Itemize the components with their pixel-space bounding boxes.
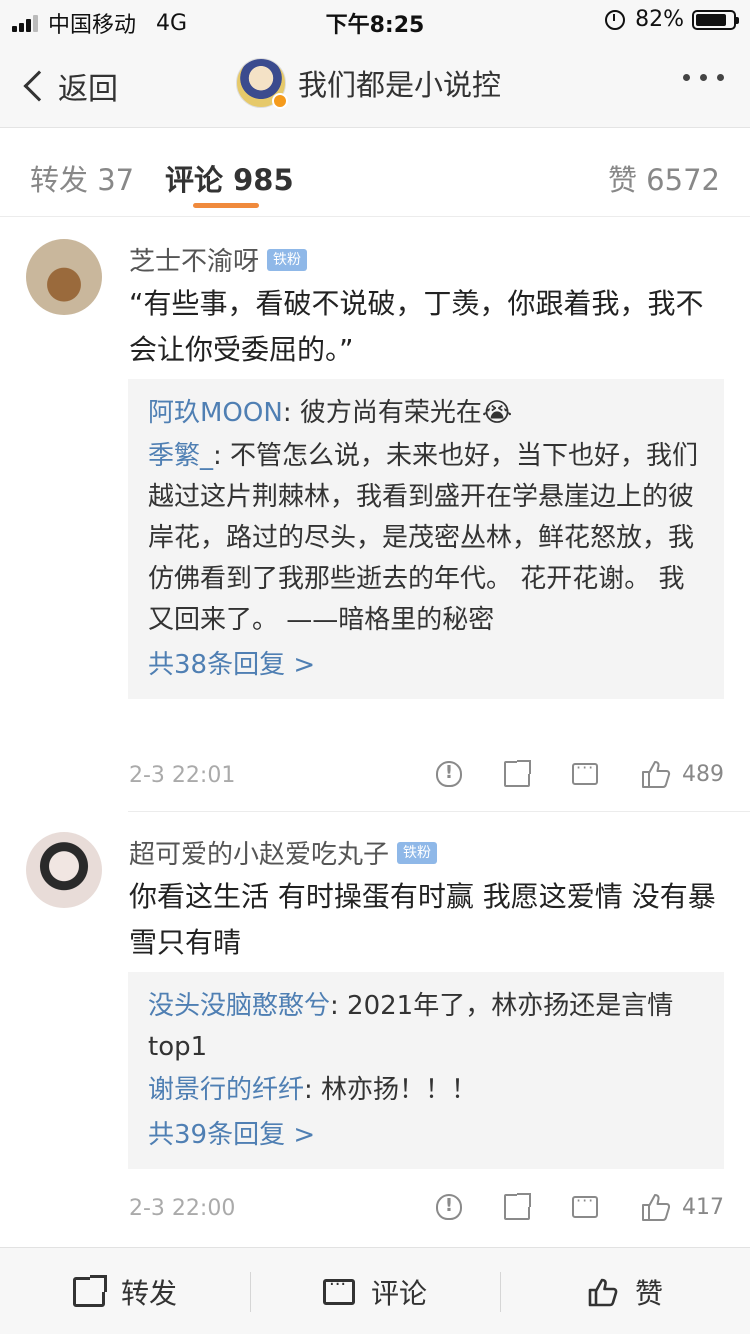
account-header[interactable]: 我们都是小说控 [236, 58, 502, 109]
more-replies-link[interactable]: 共39条回复 > [148, 1113, 704, 1157]
alarm-icon [605, 9, 626, 30]
avatar[interactable] [26, 832, 102, 908]
avatar[interactable] [26, 239, 102, 315]
comment-icon [322, 1274, 355, 1305]
comment-icon[interactable] [572, 1191, 598, 1218]
repost-label: 转发 [120, 1276, 177, 1310]
like-count: 489 [682, 761, 724, 787]
reply-item: 谢景行的纤纤: 林亦扬！！！ [148, 1070, 704, 1111]
reply-item: 阿玖MOON: 彼方尚有荣光在😭 [148, 393, 704, 434]
comment-time: 2-3 22:00 [129, 1196, 236, 1221]
comment-time: 2-3 22:01 [129, 763, 236, 788]
active-tab-indicator [193, 203, 259, 208]
share-icon[interactable] [504, 1193, 531, 1220]
tab-comment[interactable]: 评论 985 [165, 157, 294, 199]
reply-text: : 林亦扬！！！ [304, 1075, 478, 1105]
reply-author[interactable]: 谢景行的纤纤 [148, 1075, 304, 1105]
reply-author[interactable]: 阿玖MOON [148, 398, 283, 428]
report-icon[interactable] [436, 1194, 462, 1220]
status-right: 82% [605, 7, 739, 32]
fan-badge: 铁粉 [267, 248, 308, 271]
thumb-up-icon[interactable] [640, 759, 672, 789]
back-label: 返回 [58, 72, 118, 107]
comment-text: 你看这生活 有时操蛋有时赢 我愿这爱情 没有暴雪只有晴 [129, 880, 716, 959]
fan-badge: 铁粉 [397, 841, 438, 864]
reply-box[interactable]: 没头没脑憨憨兮: 2021年了，林亦扬还是言情top1 谢景行的纤纤: 林亦扬！… [128, 972, 724, 1169]
comment-label: 评论 [370, 1276, 427, 1310]
comment-button[interactable]: 评论 [250, 1248, 500, 1334]
username-text: 芝士不渝呀 [129, 247, 260, 277]
like-button[interactable]: 赞 [500, 1248, 750, 1334]
comment-meta: 2-3 22:00 417 [129, 1191, 724, 1228]
reply-text: : 彼方尚有荣光在😭 [282, 398, 513, 428]
tab-bar: 转发 37 评论 985 赞 6572 [0, 129, 750, 217]
repost-button[interactable]: 转发 [0, 1248, 250, 1334]
chevron-left-icon [23, 70, 55, 102]
comment-text: “有些事，看破不说破，丁羡，你跟着我，我不会让你受委屈的。” [129, 287, 704, 366]
reply-text: : 不管怎么说，未来也好，当下也好，我们越过这片荆棘林，我看到盛开在学悬崖边上的… [148, 441, 699, 635]
comment-meta: 2-3 22:01 489 [129, 758, 724, 795]
avatar[interactable] [236, 58, 288, 109]
username-text: 超可爱的小赵爱吃丸子 [129, 840, 390, 870]
comment-username[interactable]: 超可爱的小赵爱吃丸子 铁粉 [129, 834, 438, 871]
comment-item: 芝士不渝呀 铁粉 “有些事，看破不说破，丁羡，你跟着我，我不会让你受委屈的。” … [0, 217, 750, 812]
comment-item: 超可爱的小赵爱吃丸子 铁粉 你看这生活 有时操蛋有时赢 我愿这爱情 没有暴雪只有… [0, 812, 750, 1242]
verified-badge-icon [272, 93, 288, 109]
reply-item: 没头没脑憨憨兮: 2021年了，林亦扬还是言情top1 [148, 986, 704, 1068]
nav-bar: 返回 我们都是小说控 [0, 40, 750, 128]
tab-repost[interactable]: 转发 37 [30, 157, 134, 199]
comment-username[interactable]: 芝士不渝呀 铁粉 [129, 241, 308, 278]
battery-icon [692, 9, 739, 30]
reply-author[interactable]: 没头没脑憨憨兮 [148, 991, 330, 1021]
repost-icon [72, 1274, 107, 1307]
like-label: 赞 [634, 1276, 663, 1310]
more-options-icon[interactable] [673, 74, 724, 81]
comment-icon[interactable] [572, 758, 598, 785]
comment-actions: 489 [394, 758, 724, 789]
back-button[interactable]: 返回 [22, 64, 118, 108]
report-icon[interactable] [436, 761, 462, 787]
more-replies-link[interactable]: 共38条回复 > [148, 643, 704, 687]
page-title: 我们都是小说控 [298, 68, 502, 102]
reply-item: 季繁_: 不管怎么说，未来也好，当下也好，我们越过这片荆棘林，我看到盛开在学悬崖… [148, 436, 704, 641]
reply-box[interactable]: 阿玖MOON: 彼方尚有荣光在😭 季繁_: 不管怎么说，未来也好，当下也好，我们… [128, 379, 724, 699]
reply-author[interactable]: 季繁_ [148, 441, 213, 471]
comment-actions: 417 [394, 1191, 724, 1222]
tab-like[interactable]: 赞 6572 [608, 157, 720, 199]
thumb-up-icon[interactable] [640, 1192, 672, 1222]
status-bar: 中国移动 4G 下午8:25 82% [0, 0, 750, 40]
bottom-action-bar: 转发 评论 赞 [0, 1247, 750, 1334]
battery-percent: 82% [635, 7, 684, 32]
like-count: 417 [682, 1194, 724, 1220]
thumb-up-icon [588, 1278, 618, 1306]
share-icon[interactable] [504, 760, 531, 787]
